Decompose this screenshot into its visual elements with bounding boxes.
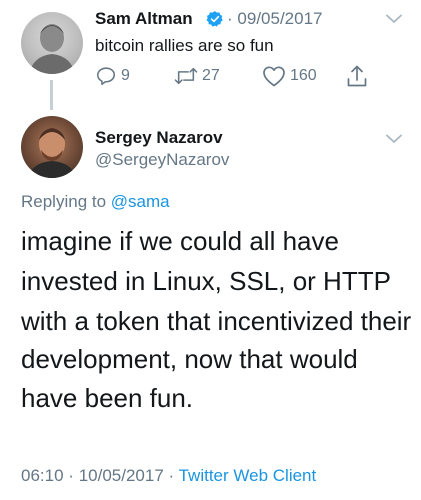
- tweet-date[interactable]: 09/05/2017: [237, 9, 322, 28]
- footer-separator: ·: [168, 466, 175, 485]
- retweet-button[interactable]: 27: [174, 64, 220, 88]
- avatar-sam-altman[interactable]: [21, 12, 83, 74]
- footer-separator: ·: [68, 466, 74, 485]
- reply-button[interactable]: 9: [95, 64, 130, 88]
- share-button[interactable]: [346, 64, 368, 88]
- meta-separator: ·: [227, 9, 233, 28]
- tweet-text: bitcoin rallies are so fun: [95, 36, 274, 55]
- retweet-count: 27: [202, 67, 220, 84]
- tweet-date[interactable]: 10/05/2017: [79, 466, 164, 485]
- tweet-text-line: development, now that would: [21, 344, 358, 374]
- author-name[interactable]: Sergey Nazarov: [95, 128, 223, 148]
- tweet-time[interactable]: 06:10: [21, 466, 64, 485]
- tweet-text-line: invested in Linux, SSL, or HTTP: [21, 266, 391, 296]
- thread-connector-line: [50, 80, 53, 110]
- author-handle[interactable]: @SergeyNazarov: [95, 150, 229, 170]
- replying-to: Replying to @sama: [21, 192, 170, 212]
- tweet-text-line: have been fun.: [21, 383, 194, 413]
- verified-badge-icon: [206, 11, 223, 27]
- heart-icon: [263, 66, 285, 87]
- client-link[interactable]: Twitter Web Client: [179, 466, 317, 485]
- avatar-photo-icon: [27, 128, 77, 178]
- chevron-down-icon[interactable]: [386, 134, 402, 144]
- tweet-meta: · 09/05/2017: [227, 9, 323, 29]
- author-name[interactable]: Sam Altman: [95, 9, 193, 29]
- avatar-sergey-nazarov[interactable]: [21, 116, 83, 178]
- tweet-text-line: with a token that incentivized their: [21, 306, 412, 336]
- share-icon: [347, 65, 367, 87]
- tweet-footer: 06:10 · 10/05/2017 · Twitter Web Client: [21, 466, 316, 486]
- reply-icon: [96, 67, 116, 86]
- mention-link[interactable]: @sama: [111, 192, 170, 211]
- reply-count: 9: [121, 67, 130, 84]
- chevron-down-icon[interactable]: [386, 14, 402, 24]
- avatar-photo-icon: [29, 24, 75, 74]
- like-count: 160: [290, 67, 317, 84]
- like-button[interactable]: 160: [262, 64, 317, 88]
- retweet-icon: [174, 67, 198, 85]
- tweet-text-line: imagine if we could all have: [21, 226, 339, 256]
- replying-prefix: Replying to: [21, 192, 107, 211]
